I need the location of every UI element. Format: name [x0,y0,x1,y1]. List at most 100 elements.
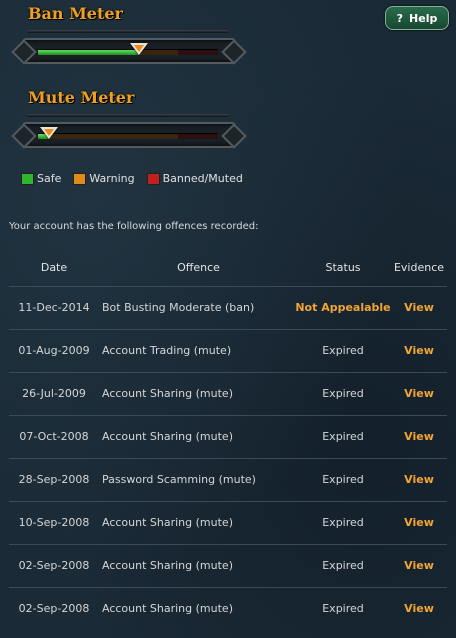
column-header-status: Status [325,261,361,275]
offence-name-text: Account Trading (mute) [102,344,232,357]
mute-meter [22,114,236,154]
table-row: 07-Oct-2008 Account Sharing (mute) Expired… [9,414,447,458]
evidence-view-link[interactable]: View [391,285,447,329]
offence-date: 07-Oct-2008 [9,414,99,458]
offence-name: Account Sharing (mute) [99,500,295,544]
legend-item-safe: Safe [21,172,61,185]
offence-name: Account Sharing (mute) [99,414,295,458]
offence-date-text: 02-Sep-2008 [18,559,90,572]
offence-name-text: Account Sharing (mute) [102,430,233,443]
offence-date-text: 10-Sep-2008 [18,516,90,529]
offence-date-text: 28-Sep-2008 [18,473,90,486]
evidence-view-link[interactable]: View [391,457,447,501]
evidence-view-link[interactable]: View [391,328,447,372]
offence-status-text: Expired [322,473,364,486]
offence-status-text: Expired [322,559,364,572]
offence-name: Account Sharing (mute) [99,371,295,415]
help-button-label: Help [409,11,438,25]
offence-date-text: 07-Oct-2008 [19,430,89,443]
offence-name-text: Account Sharing (mute) [102,602,233,616]
offence-date: 02-Sep-2008 [9,586,99,630]
table-row: 26-Jul-2009 Account Sharing (mute) Expired… [9,371,447,415]
evidence-view-link-text[interactable]: View [404,344,434,357]
legend-swatch-banned [146,172,160,185]
offence-name-text: Account Sharing (mute) [102,516,233,529]
column-header-offence: Offence [177,261,220,275]
legend-swatch-safe [21,172,34,185]
offence-status: Expired [295,457,391,501]
table-header-row: Date Offence Status Evidence [9,250,447,286]
offence-status: Expired [295,543,391,587]
mute-meter-title: Mute Meter [28,88,135,107]
offence-status: Expired [295,371,391,415]
offence-name: Account Sharing (mute) [99,586,295,630]
evidence-view-link-text[interactable]: View [404,602,434,615]
legend-label-warning: Warning [89,172,135,185]
evidence-view-link[interactable]: View [391,414,447,458]
evidence-view-link-text[interactable]: View [404,559,434,572]
table-row: 28-Sep-2008 Password Scamming (mute) Expir… [9,457,447,501]
table-row: 02-Sep-2008 Account Sharing (mute) Expired… [9,543,447,587]
evidence-view-link[interactable]: View [391,586,447,630]
evidence-view-link-text[interactable]: View [404,473,434,486]
offence-name: Account Sharing (mute) [99,543,295,587]
offence-status: Expired [295,586,391,630]
question-icon: ? [396,11,404,25]
ban-meter-track [38,49,218,55]
ban-meter-title: Ban Meter [28,4,123,23]
offence-status-text: Expired [322,602,364,616]
offence-date: 11-Dec-2014 [9,285,99,329]
evidence-view-link-text[interactable]: View [404,387,434,400]
offence-date: 28-Sep-2008 [9,457,99,501]
table-row: 11-Dec-2014 Bot Busting Moderate (ban) Not… [9,285,447,329]
table-row: 10-Sep-2008 Account Sharing (mute) Expired… [9,500,447,544]
ban-meter [22,30,236,70]
offence-date: 01-Aug-2009 [9,328,99,372]
offence-date: 10-Sep-2008 [9,500,99,544]
evidence-view-link[interactable]: View [391,543,447,587]
legend-label-safe: Safe [37,172,62,185]
evidence-view-link-text[interactable]: View [404,301,434,314]
evidence-view-link[interactable]: View [391,500,447,544]
meter-legend: Safe Warning Banned/Muted [21,172,243,185]
offence-date-text: 01-Aug-2009 [18,344,90,357]
legend-swatch-warning [73,172,87,185]
offence-status: Expired [295,500,391,544]
offence-date-text: 11-Dec-2014 [18,301,90,314]
ban-meter-marker [130,43,148,55]
offence-status-text: Expired [322,430,364,443]
column-header-date: Date [40,261,68,275]
offence-date: 02-Sep-2008 [9,543,99,587]
offence-date: 26-Jul-2009 [9,371,99,415]
offence-name: Bot Busting Moderate (ban) [99,285,295,329]
legend-label-banned: Banned/Muted [162,172,243,185]
offence-name: Password Scamming (mute) [99,457,295,501]
offence-name-text: Account Sharing (mute) [102,559,233,572]
offence-status: Expired [295,414,391,458]
offences-summary: Your account has the following offences … [9,221,259,232]
offence-status: Not Appealable [295,285,391,329]
offence-status-text: Expired [322,387,364,400]
offence-status-text: Not Appealable [295,301,391,314]
mute-meter-marker [40,127,58,139]
evidence-view-link-text[interactable]: View [404,516,434,529]
offence-name-text: Password Scamming (mute) [102,473,256,486]
table-row: 01-Aug-2009 Account Trading (mute) Expired… [9,328,447,372]
mute-meter-track [38,133,218,139]
offence-date-text: 26-Jul-2009 [22,387,86,400]
offence-name-text: Account Sharing (mute) [102,387,233,400]
table-row: 02-Sep-2008 Account Sharing (mute) Expired… [9,586,447,630]
offence-status: Expired [295,328,391,372]
offences-table: Date Offence Status Evidence 11-Dec-2014… [9,250,447,630]
evidence-view-link-text[interactable]: View [404,430,434,443]
column-header-evidence: Evidence [393,261,445,275]
legend-item-warning: Warning [73,172,135,185]
evidence-view-link[interactable]: View [391,371,447,415]
help-button[interactable]: ? Help [385,6,449,30]
offences-table-body: 11-Dec-2014 Bot Busting Moderate (ban) Not… [9,285,447,630]
offence-status-text: Expired [322,344,364,357]
offence-date-text: 02-Sep-2008 [18,602,90,616]
offence-name-text: Bot Busting Moderate (ban) [102,301,255,314]
legend-item-banned: Banned/Muted [146,172,243,185]
offence-status-text: Expired [322,516,364,529]
